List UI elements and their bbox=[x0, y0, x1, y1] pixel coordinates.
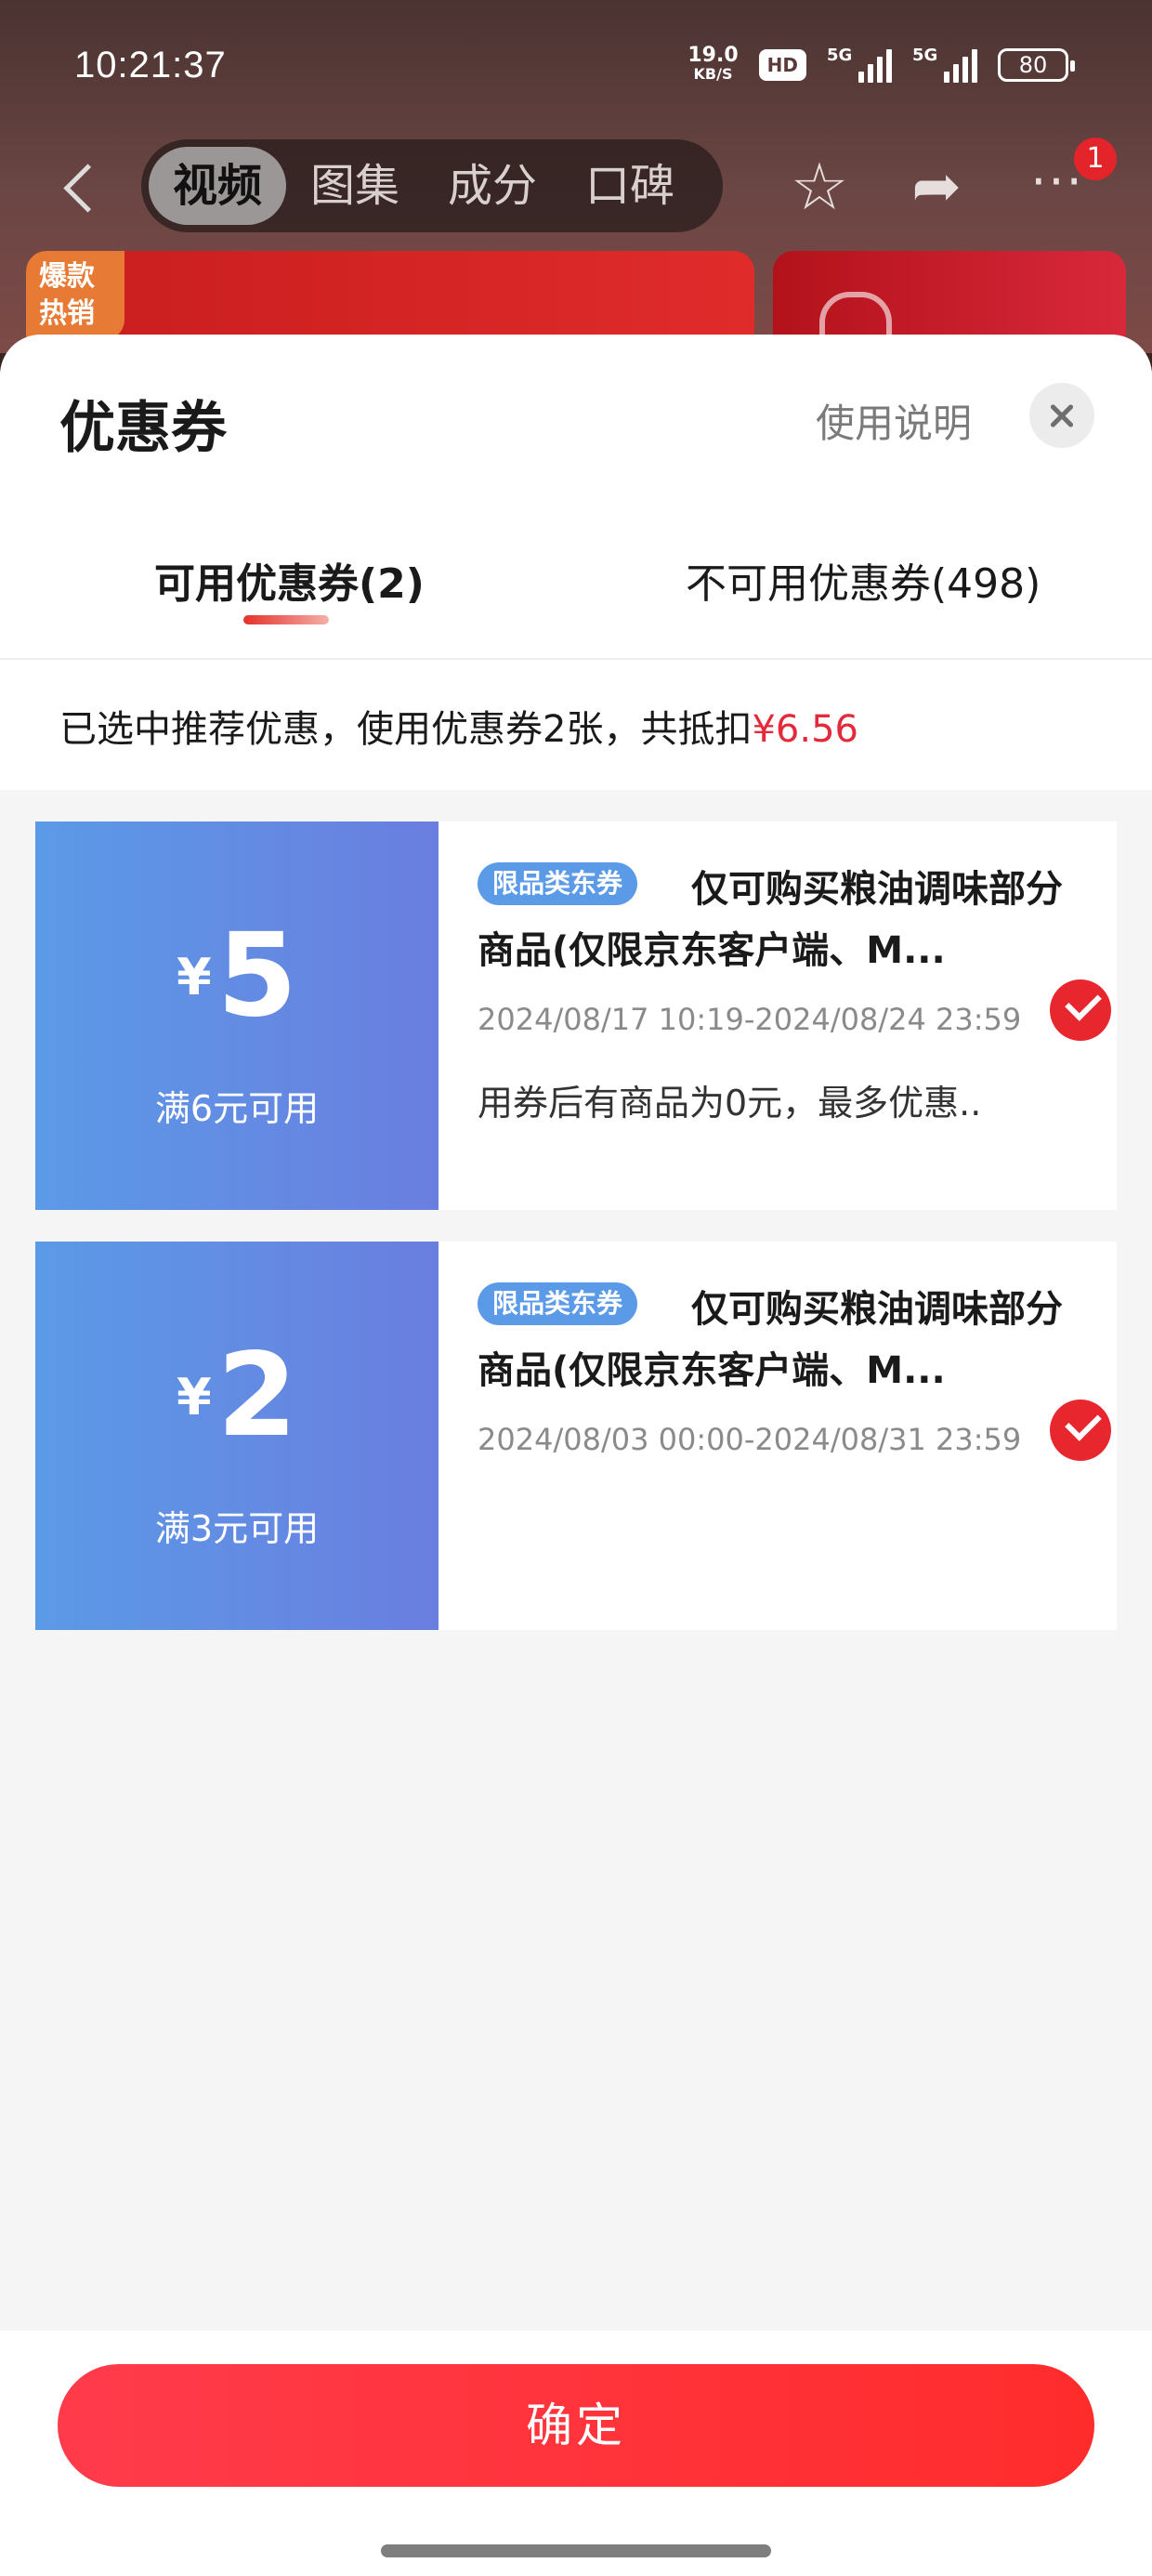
coupon-details: 仅可购买粮油调味部分商品(仅限京东客户端、M... 限品类东券 2024/08/… bbox=[439, 1242, 1117, 1630]
summary-text: 已选中推荐优惠，使用优惠券2张，共抵扣 bbox=[59, 708, 753, 751]
status-bar: 10:21:37 19.0 KB/S HD 5G 5G 80 bbox=[0, 0, 1152, 130]
share-icon[interactable]: ➦ bbox=[903, 154, 970, 221]
coupon-details: 仅可购买粮油调味部分商品(仅限京东客户端、M... 限品类东券 2024/08/… bbox=[439, 821, 1117, 1210]
coupon-value: ¥5 bbox=[35, 918, 439, 1033]
coupon-card[interactable]: ¥5 满6元可用 仅可购买粮油调味部分商品(仅限京东客户端、M... 限品类东券… bbox=[30, 821, 1117, 1210]
discount-summary: 已选中推荐优惠，使用优惠券2张，共抵扣¥6.56 bbox=[59, 699, 858, 753]
status-icons: 19.0 KB/S HD 5G 5G 80 bbox=[687, 46, 1075, 84]
status-time: 10:21:37 bbox=[74, 45, 227, 85]
checkmark-icon[interactable] bbox=[1050, 1400, 1111, 1461]
back-icon[interactable] bbox=[58, 158, 108, 214]
coupon-validity: 2024/08/03 00:00-2024/08/31 23:59 bbox=[478, 1422, 1022, 1457]
sheet-header: 优惠券 使用说明 可用优惠券(2) 不可用优惠券(498) 已选中推荐优惠，使用… bbox=[0, 335, 1152, 790]
close-icon[interactable] bbox=[1029, 383, 1094, 448]
currency-symbol: ¥ bbox=[177, 1368, 212, 1426]
hot-sale-tag: 爆款热销 bbox=[26, 251, 124, 340]
summary-amount: ¥6.56 bbox=[752, 708, 858, 751]
checkmark-icon[interactable] bbox=[1050, 979, 1111, 1041]
coupon-category-tag: 限品类东券 bbox=[478, 862, 638, 905]
sheet-title: 优惠券 bbox=[59, 396, 227, 461]
confirm-button[interactable]: 确定 bbox=[58, 2364, 1094, 2487]
hd-icon: HD bbox=[758, 49, 806, 81]
signal-icon: 5G bbox=[827, 46, 892, 83]
tab-unavailable-coupons[interactable]: 不可用优惠券(498) bbox=[686, 550, 1041, 610]
top-nav: 视频 图集 成分 口碑 ☆ ➦ ··· 1 bbox=[0, 138, 1152, 238]
tab-reviews[interactable]: 口碑 bbox=[561, 147, 699, 225]
bottom-bar: 确定 bbox=[0, 2331, 1152, 2576]
usage-instructions-link[interactable]: 使用说明 bbox=[816, 392, 972, 449]
network-speed: 19.0 KB/S bbox=[687, 46, 738, 84]
tab-available-coupons[interactable]: 可用优惠券(2) bbox=[154, 550, 425, 610]
coupon-amount: 2 bbox=[216, 1329, 297, 1463]
signal-type-label-2: 5G bbox=[912, 46, 938, 65]
coupon-category-tag: 限品类东券 bbox=[478, 1282, 638, 1325]
active-tab-indicator bbox=[243, 615, 329, 624]
network-speed-unit: KB/S bbox=[693, 65, 733, 83]
favorite-star-icon[interactable]: ☆ bbox=[786, 154, 853, 221]
tab-video[interactable]: 视频 bbox=[149, 147, 287, 225]
signal-icon-2: 5G bbox=[912, 46, 977, 83]
coupon-value-panel: ¥2 满3元可用 bbox=[30, 1242, 439, 1630]
coupon-note: 用券后有商品为0元，最多优惠.. bbox=[478, 1083, 982, 1124]
network-speed-value: 19.0 bbox=[687, 44, 739, 67]
divider bbox=[0, 658, 1152, 660]
content-tabs: 视频 图集 成分 口碑 bbox=[141, 139, 723, 232]
coupon-sheet: 优惠券 使用说明 可用优惠券(2) 不可用优惠券(498) 已选中推荐优惠，使用… bbox=[0, 335, 1152, 2576]
home-indicator[interactable] bbox=[381, 2544, 771, 2557]
tab-ingredients[interactable]: 成分 bbox=[424, 147, 561, 225]
coupon-value-panel: ¥5 满6元可用 bbox=[30, 821, 439, 1210]
coupon-condition: 满6元可用 bbox=[154, 1088, 320, 1129]
coupon-validity: 2024/08/17 10:19-2024/08/24 23:59 bbox=[478, 1002, 1022, 1037]
currency-symbol: ¥ bbox=[177, 948, 212, 1006]
coupon-condition: 满3元可用 bbox=[154, 1508, 320, 1549]
signal-type-label: 5G bbox=[827, 46, 853, 65]
notification-badge: 1 bbox=[1074, 138, 1117, 180]
coupon-amount: 5 bbox=[216, 909, 297, 1043]
battery-icon: 80 bbox=[998, 48, 1075, 82]
coupon-value: ¥2 bbox=[35, 1338, 439, 1453]
tab-gallery[interactable]: 图集 bbox=[286, 147, 424, 225]
coupon-card[interactable]: ¥2 满3元可用 仅可购买粮油调味部分商品(仅限京东客户端、M... 限品类东券… bbox=[30, 1242, 1117, 1630]
